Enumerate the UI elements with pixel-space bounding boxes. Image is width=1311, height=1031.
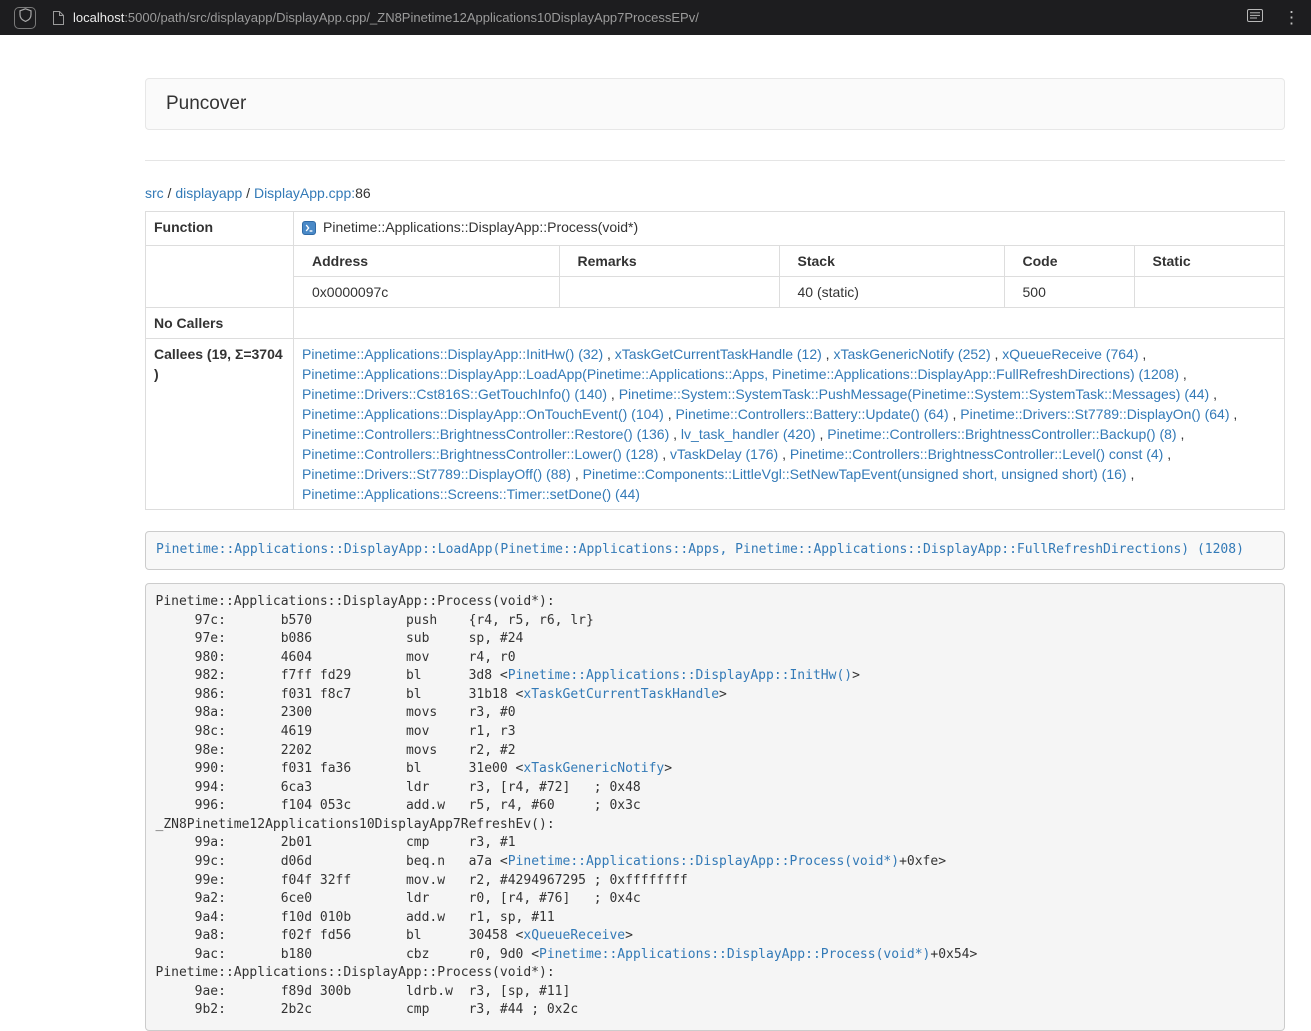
callee-separator: , — [1177, 426, 1185, 442]
callee-link[interactable]: xQueueReceive (764) — [1002, 346, 1138, 362]
stats-value: 0x0000097c — [294, 277, 559, 308]
stats-col-header: Stack — [779, 246, 1004, 277]
callee-separator: , — [669, 426, 681, 442]
url-bar[interactable]: localhost:5000/path/src/displayapp/Displ… — [52, 10, 1235, 25]
page-icon — [52, 11, 64, 25]
callee-link[interactable]: Pinetime::Applications::Screens::Timer::… — [302, 486, 640, 502]
function-table: Function Pinetime::Applications::Display… — [145, 211, 1285, 510]
callee-link[interactable]: Pinetime::Drivers::St7789::DisplayOff() … — [302, 466, 571, 482]
breadcrumb-link[interactable]: DisplayApp.cpp: — [254, 185, 355, 201]
callee-link[interactable]: Pinetime::Controllers::BrightnessControl… — [302, 446, 658, 462]
callee-separator: , — [991, 346, 1003, 362]
callee-link[interactable]: vTaskDelay (176) — [670, 446, 778, 462]
callee-link[interactable]: Pinetime::Applications::DisplayApp::Load… — [302, 366, 1179, 382]
divider — [145, 160, 1285, 161]
disassembly-block: Pinetime::Applications::DisplayApp::Proc… — [145, 583, 1285, 1031]
callees-list: Pinetime::Applications::DisplayApp::Init… — [294, 339, 1285, 510]
breadcrumb-text: / — [164, 185, 176, 201]
callees-row: Callees (19, Σ=3704 ) Pinetime::Applicat… — [146, 339, 1285, 510]
breadcrumb: src / displayapp / DisplayApp.cpp:86 — [145, 183, 1285, 203]
callee-separator: , — [1127, 466, 1135, 482]
callee-link[interactable]: Pinetime::Components::LittleVgl::SetNewT… — [583, 466, 1127, 482]
callee-link[interactable]: Pinetime::Controllers::BrightnessControl… — [827, 426, 1176, 442]
callee-link[interactable]: xTaskGetCurrentTaskHandle (12) — [615, 346, 822, 362]
function-icon — [302, 220, 316, 240]
stats-value: 500 — [1004, 277, 1134, 308]
callee-separator: , — [778, 446, 790, 462]
menu-dots-icon[interactable]: ⋮ — [1283, 9, 1301, 26]
stats-value: 40 (static) — [779, 277, 1004, 308]
function-row: Function Pinetime::Applications::Display… — [146, 212, 1285, 246]
url-text: localhost:5000/path/src/displayapp/Displ… — [73, 10, 699, 25]
breadcrumb-link[interactable]: displayapp — [175, 185, 242, 201]
callee-separator: , — [1179, 366, 1187, 382]
stats-row: AddressRemarksStackCodeStatic 0x0000097c… — [146, 246, 1285, 308]
callee-link[interactable]: lv_task_handler (420) — [681, 426, 816, 442]
stats-value — [1134, 277, 1284, 308]
symbol-link[interactable]: Pinetime::Applications::DisplayApp::Proc… — [539, 947, 930, 962]
callee-link[interactable]: Pinetime::Drivers::St7789::DisplayOn() (… — [960, 406, 1229, 422]
stats-row-label — [146, 246, 294, 308]
url-host: localhost — [73, 10, 124, 25]
callee-separator: , — [949, 406, 961, 422]
stats-col-header: Static — [1134, 246, 1284, 277]
symbol-link[interactable]: xTaskGetCurrentTaskHandle — [523, 687, 719, 702]
symbol-link[interactable]: Pinetime::Applications::DisplayApp::Init… — [508, 668, 852, 683]
no-callers-label: No Callers — [146, 308, 294, 339]
callee-separator: , — [1163, 446, 1171, 462]
symbol-link[interactable]: xTaskGenericNotify — [523, 761, 664, 776]
callee-separator: , — [822, 346, 834, 362]
stats-value — [559, 277, 779, 308]
function-name-cell: Pinetime::Applications::DisplayApp::Proc… — [294, 212, 1285, 246]
callee-link[interactable]: xTaskGenericNotify (252) — [833, 346, 990, 362]
no-callers-row: No Callers — [146, 308, 1285, 339]
breadcrumb-text: / — [242, 185, 254, 201]
function-row-label: Function — [146, 212, 294, 246]
callee-separator: , — [816, 426, 828, 442]
breadcrumb-link[interactable]: src — [145, 185, 164, 201]
stats-col-header: Remarks — [559, 246, 779, 277]
callee-link[interactable]: Pinetime::System::SystemTask::PushMessag… — [619, 386, 1210, 402]
callee-separator: , — [607, 386, 619, 402]
stats-header-row: AddressRemarksStackCodeStatic — [294, 246, 1284, 277]
selected-callee-link[interactable]: Pinetime::Applications::DisplayApp::Load… — [156, 542, 1244, 557]
callee-separator: , — [1230, 406, 1238, 422]
callee-link[interactable]: Pinetime::Applications::DisplayApp::OnTo… — [302, 406, 664, 422]
callee-link[interactable]: Pinetime::Controllers::BrightnessControl… — [302, 426, 669, 442]
callee-separator: , — [1138, 346, 1146, 362]
stats-col-header: Code — [1004, 246, 1134, 277]
callees-label: Callees (19, Σ=3704 ) — [146, 339, 294, 510]
function-name: Pinetime::Applications::DisplayApp::Proc… — [323, 219, 638, 235]
callee-separator: , — [658, 446, 670, 462]
browser-actions: ⋮ — [1247, 9, 1301, 27]
stats-cell: AddressRemarksStackCodeStatic 0x0000097c… — [294, 246, 1285, 308]
callee-separator: , — [664, 406, 676, 422]
callee-separator: , — [603, 346, 615, 362]
browser-chrome: localhost:5000/path/src/displayapp/Displ… — [0, 0, 1311, 35]
page-container: Puncover src / displayapp / DisplayApp.c… — [145, 78, 1285, 1031]
selected-callee-box: Pinetime::Applications::DisplayApp::Load… — [145, 531, 1285, 570]
callee-link[interactable]: Pinetime::Drivers::Cst816S::GetTouchInfo… — [302, 386, 607, 402]
callee-separator: , — [1209, 386, 1217, 402]
callee-link[interactable]: Pinetime::Controllers::BrightnessControl… — [790, 446, 1163, 462]
stats-values-row: 0x0000097c 40 (static)500 — [294, 277, 1284, 308]
function-stats-table: AddressRemarksStackCodeStatic 0x0000097c… — [294, 246, 1284, 307]
shield-icon — [19, 8, 32, 27]
url-path: :5000/path/src/displayapp/DisplayApp.cpp… — [124, 10, 699, 25]
breadcrumb-text: 86 — [355, 185, 371, 201]
callers-cell — [294, 308, 1285, 339]
callee-link[interactable]: Pinetime::Controllers::Battery::Update()… — [676, 406, 949, 422]
callee-link[interactable]: Pinetime::Applications::DisplayApp::Init… — [302, 346, 603, 362]
reader-mode-icon[interactable] — [1247, 9, 1263, 27]
callee-separator: , — [571, 466, 583, 482]
symbol-link[interactable]: Pinetime::Applications::DisplayApp::Proc… — [508, 854, 899, 869]
shield-extension-button[interactable] — [14, 7, 36, 29]
symbol-link[interactable]: xQueueReceive — [523, 928, 625, 943]
stats-col-header: Address — [294, 246, 559, 277]
page-title: Puncover — [166, 93, 246, 114]
page-title-panel: Puncover — [145, 78, 1285, 130]
